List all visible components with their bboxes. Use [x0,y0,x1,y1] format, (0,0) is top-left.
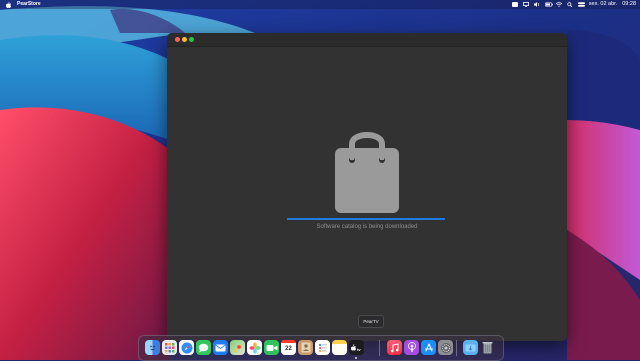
peartv-running-dot [355,357,357,359]
notes-icon[interactable] [332,340,347,355]
menubar-time[interactable]: 09:28 [622,0,636,9]
menu-bar: PearStore sex. 02 abr. 09:28 [0,0,640,9]
calendar-day: 22 [285,346,292,352]
maps-icon[interactable] [230,340,245,355]
volume-icon[interactable] [533,2,540,7]
system-preferences-icon[interactable] [438,340,453,355]
screen-mirror-icon[interactable] [522,2,529,7]
peartv-icon[interactable]: tv [349,340,364,355]
podcasts-icon[interactable] [404,340,419,355]
dock: 22 tv [138,335,504,361]
contacts-icon[interactable] [298,340,313,355]
messages-icon[interactable] [196,340,211,355]
menu-app-icon[interactable] [511,2,518,7]
download-progress-fill [287,218,445,220]
finder-icon[interactable] [145,340,160,355]
dock-separator [379,340,380,356]
close-button[interactable] [175,37,180,42]
mail-icon[interactable] [213,340,228,355]
photos-icon[interactable] [247,340,262,355]
facetime-icon[interactable] [264,340,279,355]
downloads-folder-icon[interactable] [463,340,478,355]
battery-icon[interactable] [544,2,553,7]
control-center-icon[interactable] [577,2,585,7]
calendar-icon[interactable]: 22 [281,340,296,355]
menubar-date[interactable]: sex. 02 abr. [589,0,617,9]
shopping-bag-icon [335,132,399,213]
svg-text:tv: tv [357,347,361,352]
search-icon[interactable] [567,2,573,8]
launchpad-icon[interactable] [162,340,177,355]
dock-tooltip: PearTV [358,315,384,328]
pearstore-window: Software catalog is being downloaded [167,33,567,341]
download-progress-bar [287,218,445,220]
active-app-name[interactable]: PearStore [17,0,41,9]
wifi-icon[interactable] [555,2,563,7]
music-icon[interactable] [387,340,402,355]
trash-icon[interactable] [480,340,495,355]
zoom-button[interactable] [189,37,194,42]
window-titlebar[interactable] [167,33,567,47]
app-store-icon[interactable] [421,340,436,355]
download-status-text: Software catalog is being downloaded [316,224,418,230]
minimize-button[interactable] [182,37,187,42]
dock-separator-2 [456,340,457,356]
apple-icon[interactable] [6,1,11,8]
reminders-icon[interactable] [315,340,330,355]
safari-icon[interactable] [179,340,194,355]
